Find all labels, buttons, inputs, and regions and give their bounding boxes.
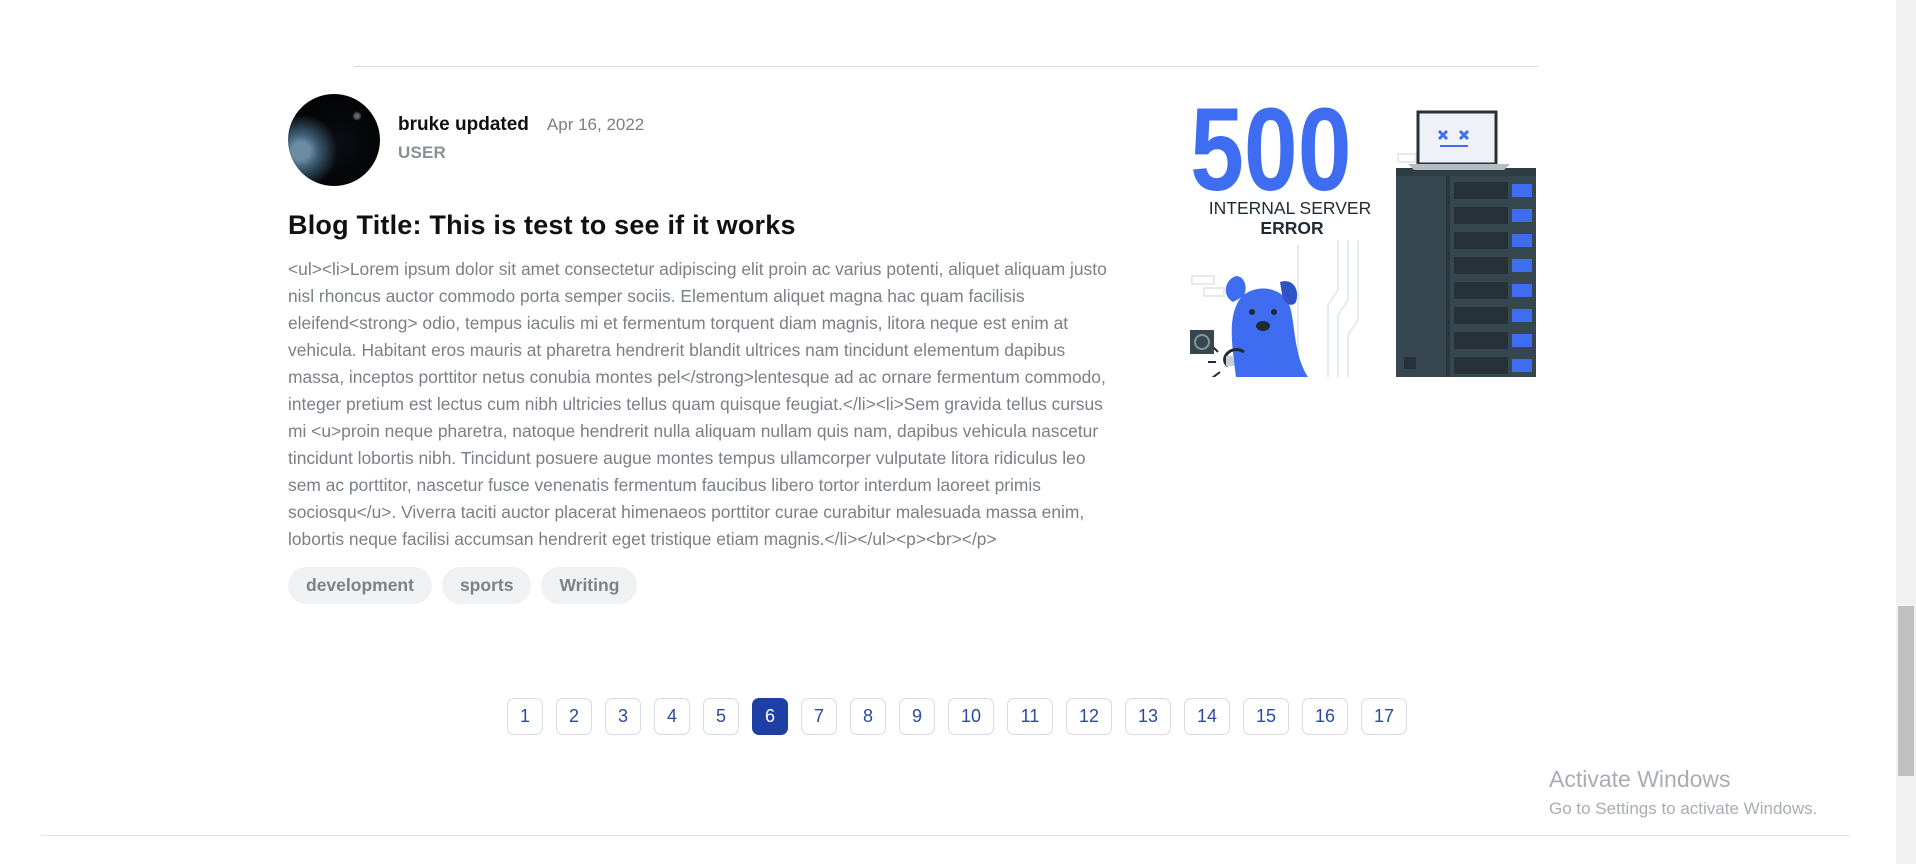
- author-row: bruke updated Apr 16, 2022 USER: [288, 94, 1128, 186]
- post-body: <ul><li>Lorem ipsum dolor sit amet conse…: [288, 259, 1107, 549]
- server-error-illustration: 500 INTERNAL SERVER ERROR: [1190, 90, 1536, 377]
- avatar[interactable]: [288, 94, 380, 186]
- post-date: Apr 16, 2022: [546, 115, 645, 134]
- watermark-subtitle: Go to Settings to activate Windows.: [1549, 799, 1818, 818]
- tag-chip[interactable]: sports: [441, 567, 532, 604]
- author-name[interactable]: bruke updated: [398, 114, 529, 136]
- page-button-8[interactable]: 8: [850, 698, 886, 735]
- tag-chip[interactable]: development: [288, 567, 432, 604]
- top-divider: [354, 66, 1538, 67]
- author-line: bruke updated Apr 16, 2022: [398, 114, 644, 136]
- page-button-16[interactable]: 16: [1302, 698, 1348, 735]
- windows-activation-watermark: Activate Windows Go to Settings to activ…: [1549, 766, 1817, 819]
- page-button-17[interactable]: 17: [1361, 698, 1407, 735]
- error-line-2: ERROR: [1260, 218, 1324, 238]
- error-line-1: INTERNAL SERVER: [1209, 198, 1371, 218]
- page-button-6-current[interactable]: 6: [752, 698, 788, 735]
- tag-chip[interactable]: Writing: [541, 567, 638, 604]
- blog-post-card: bruke updated Apr 16, 2022 USER Blog Tit…: [288, 94, 1128, 604]
- page-button-1[interactable]: 1: [507, 698, 543, 735]
- power-socket-icon: [1190, 330, 1214, 354]
- pagination: 1 2 3 4 5 6 7 8 9 10 11 12 13 14 15 16 1…: [507, 698, 1420, 735]
- broken-laptop-icon: [1408, 110, 1510, 170]
- post-title[interactable]: Blog Title: This is test to see if it wo…: [288, 210, 1128, 241]
- tag-list: development sports Writing: [288, 567, 1128, 604]
- author-meta: bruke updated Apr 16, 2022 USER: [398, 94, 644, 163]
- scrollbar-thumb[interactable]: [1898, 606, 1914, 776]
- page-button-11[interactable]: 11: [1007, 698, 1053, 735]
- page-button-15[interactable]: 15: [1243, 698, 1289, 735]
- page-button-5[interactable]: 5: [703, 698, 739, 735]
- page-button-12[interactable]: 12: [1066, 698, 1112, 735]
- bottom-divider: [41, 835, 1850, 836]
- page-button-13[interactable]: 13: [1125, 698, 1171, 735]
- page-button-4[interactable]: 4: [654, 698, 690, 735]
- page-button-10[interactable]: 10: [948, 698, 994, 735]
- page-button-7[interactable]: 7: [801, 698, 837, 735]
- server-rack: [1396, 168, 1536, 377]
- page-button-3[interactable]: 3: [605, 698, 641, 735]
- error-code-text: 500: [1190, 90, 1351, 215]
- page-button-2[interactable]: 2: [556, 698, 592, 735]
- watermark-title: Activate Windows: [1549, 766, 1731, 792]
- page-button-14[interactable]: 14: [1184, 698, 1230, 735]
- page-button-9[interactable]: 9: [899, 698, 935, 735]
- author-role: USER: [398, 143, 447, 162]
